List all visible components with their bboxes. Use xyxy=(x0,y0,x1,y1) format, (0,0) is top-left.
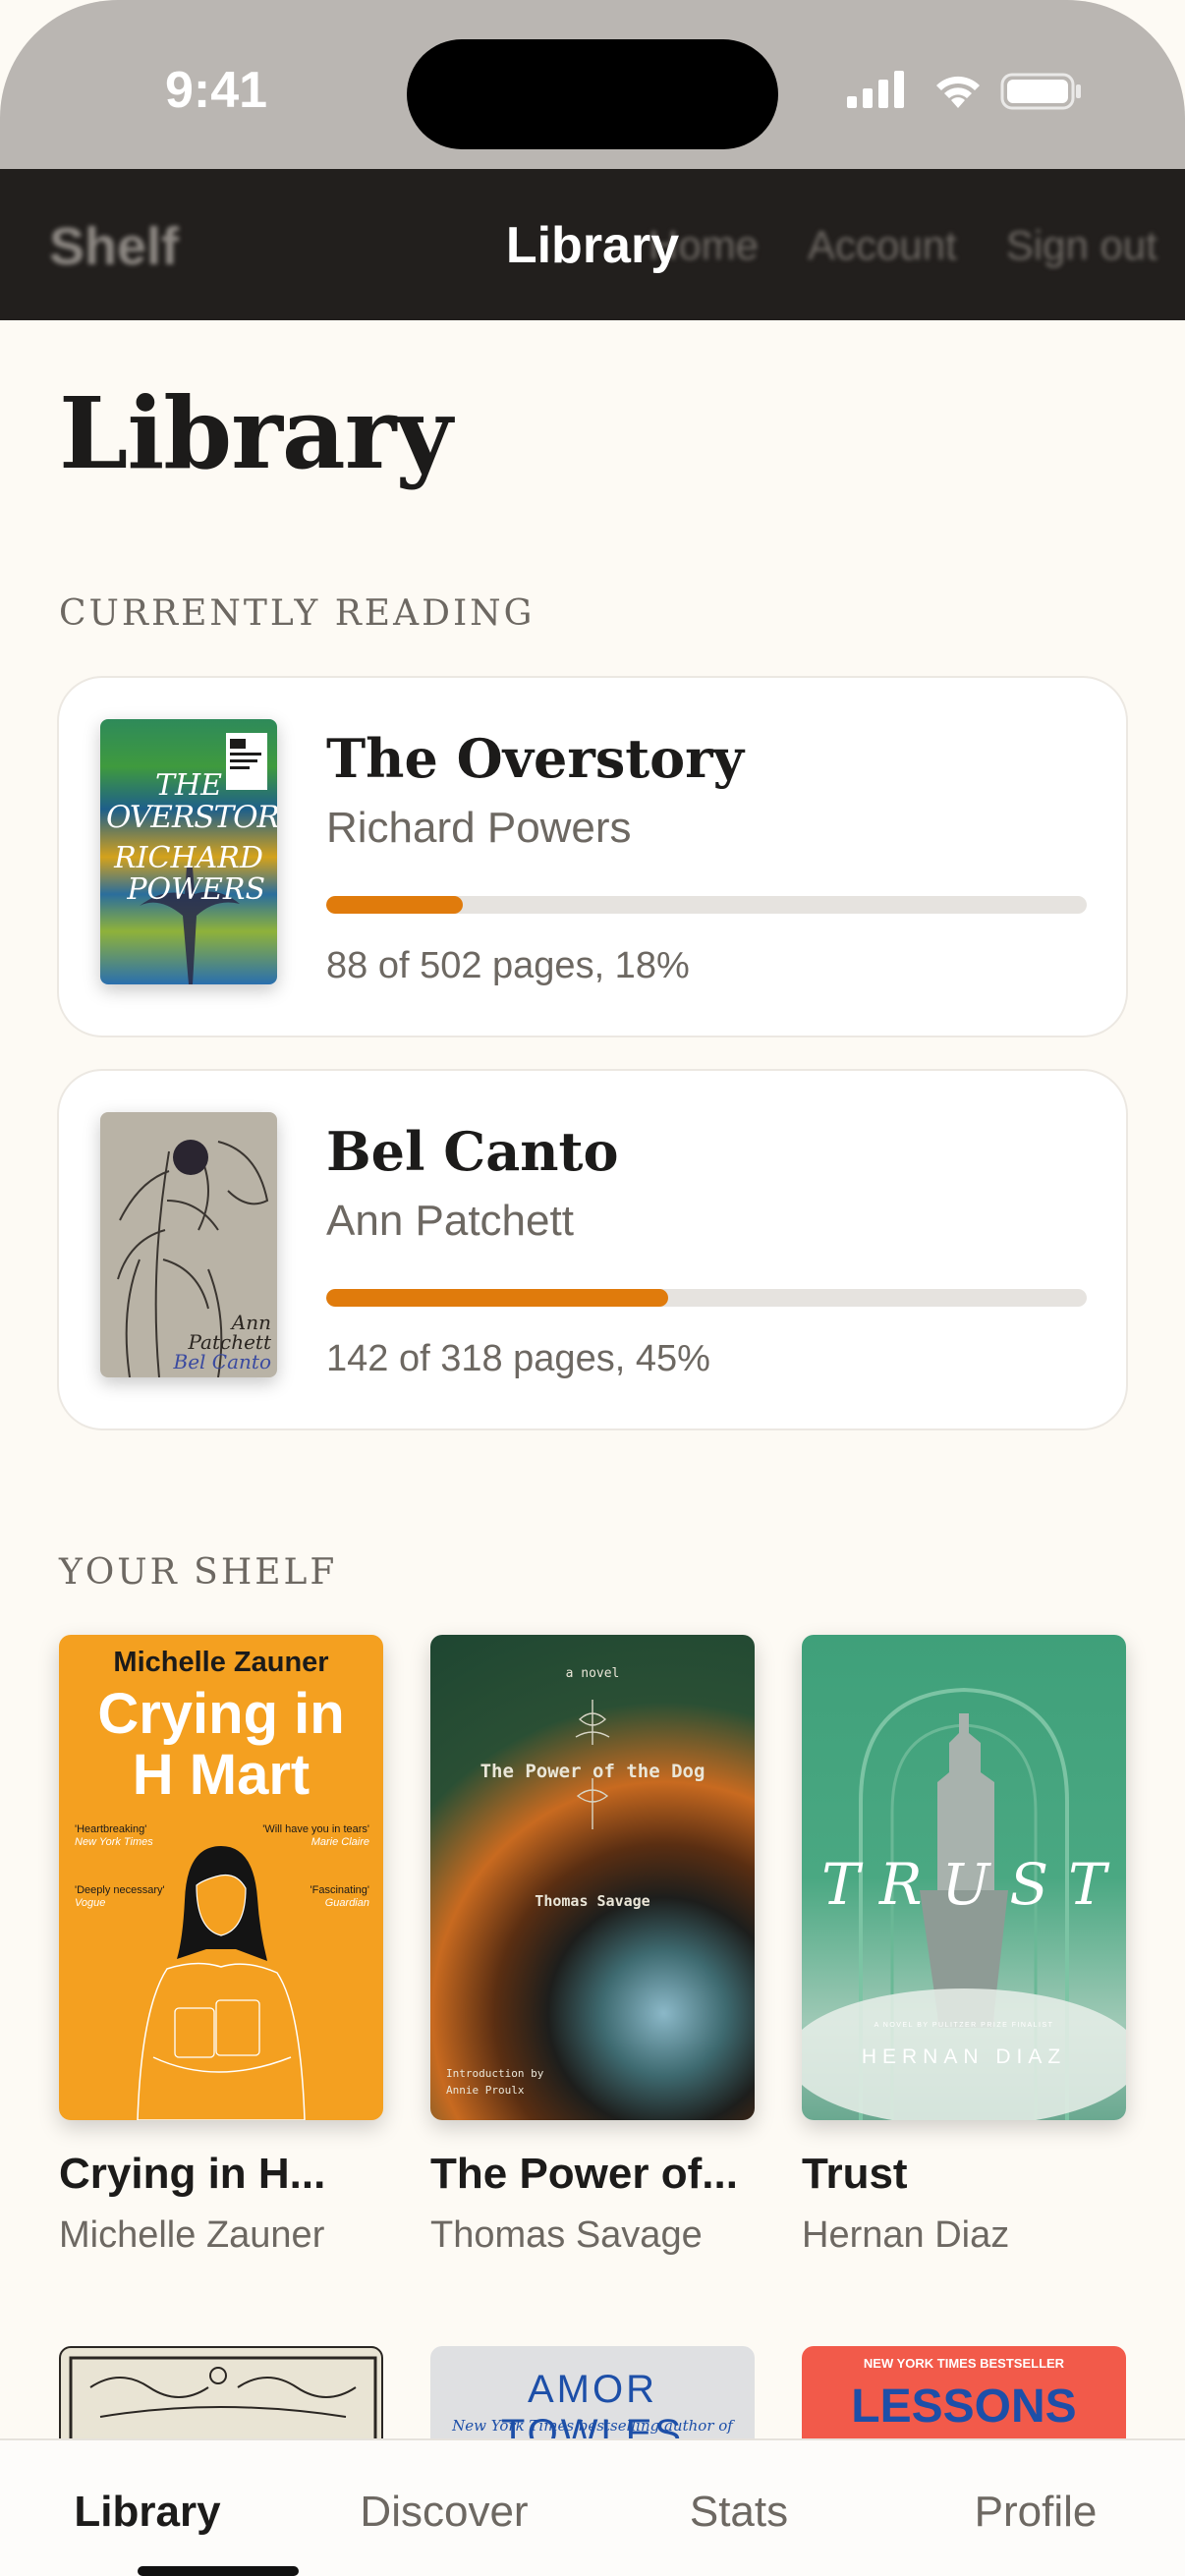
progress-text: 142 of 318 pages, 45% xyxy=(326,1338,710,1379)
cover-title: TRUST xyxy=(821,1851,1126,1918)
progress-text: 88 of 502 pages, 18% xyxy=(326,945,690,986)
tab-discover[interactable]: Discover xyxy=(297,2488,592,2537)
your-shelf-heading: YOUR SHELF xyxy=(59,1552,338,1593)
dynamic-island xyxy=(407,39,778,149)
battery-icon xyxy=(1000,73,1081,110)
top-navigation-bar: Shelf Home Account Sign out Library xyxy=(0,169,1185,320)
nav-title: Library xyxy=(505,217,680,274)
book-author: Hernan Diaz xyxy=(802,2214,1010,2256)
progress-bar-fill xyxy=(326,896,464,914)
book-title: Crying in H... xyxy=(59,2150,326,2198)
book-author: Michelle Zauner xyxy=(59,2214,325,2256)
book-author: Thomas Savage xyxy=(430,2214,703,2256)
book-title: The Power of... xyxy=(430,2150,738,2198)
shelf-book[interactable]: TRUST A NOVEL BY PULITZER PRIZE FINALIST… xyxy=(802,1635,1126,2257)
book-cover: Ann Patchett Bel Canto xyxy=(100,1112,277,1377)
book-author: Richard Powers xyxy=(326,804,632,852)
book-title: The Overstory xyxy=(326,727,745,790)
tab-bar: Library Discover Stats Profile xyxy=(0,2438,1185,2576)
book-cover: Michelle Zauner Crying in H Mart 'Heartb… xyxy=(59,1635,383,2120)
progress-bar xyxy=(326,896,1087,914)
cover-title: LESSONS xyxy=(851,2380,1077,2433)
page-title: Library xyxy=(59,375,452,491)
book-author: Ann Patchett xyxy=(326,1197,574,1245)
book-cover: TRUST A NOVEL BY PULITZER PRIZE FINALIST… xyxy=(802,1635,1126,2120)
currently-reading-heading: CURRENTLY READING xyxy=(59,593,536,634)
book-cover: THE OVERSTORY RICHARD POWERS xyxy=(100,719,277,984)
cover-text: Ann Patchett Bel Canto xyxy=(173,1311,271,1373)
cover-text: THE OVERSTORY RICHARD POWERS xyxy=(106,768,277,907)
home-indicator xyxy=(138,2566,299,2576)
status-time: 9:41 xyxy=(165,62,268,119)
book-cover: a novel The Power of the Dog Thomas Sava… xyxy=(430,1635,755,2120)
cover-title: The Power of the Dog xyxy=(480,1761,705,1782)
tab-profile[interactable]: Profile xyxy=(888,2488,1183,2537)
tab-library[interactable]: Library xyxy=(0,2488,295,2537)
status-bar: 9:41 xyxy=(0,0,1185,169)
progress-bar-fill xyxy=(326,1289,669,1307)
woman-illustration xyxy=(137,1846,306,2120)
shelf-book[interactable]: Michelle Zauner Crying in H Mart 'Heartb… xyxy=(59,1635,383,2257)
reading-card[interactable]: THE OVERSTORY RICHARD POWERS The Oversto… xyxy=(57,676,1128,1037)
book-title: Bel Canto xyxy=(326,1120,619,1183)
cover-tagline: A NOVEL BY PULITZER PRIZE FINALIST xyxy=(874,2022,1054,2029)
screen: 9:41 Shelf Home Account Sign out Library… xyxy=(0,0,1185,2576)
book-title: Trust xyxy=(802,2150,908,2198)
ornament-illustration xyxy=(575,1700,610,1829)
cover-intro: Introduction by Annie Proulx xyxy=(446,2067,544,2097)
wifi-icon xyxy=(936,76,980,108)
cover-author: Thomas Savage xyxy=(535,1892,650,1910)
shelf-book[interactable]: a novel The Power of the Dog Thomas Sava… xyxy=(430,1635,755,2257)
cover-author: HERNAN DIAZ xyxy=(861,2045,1067,2068)
cellular-signal-icon xyxy=(847,71,904,108)
cover-subtitle: New York Times bestselling author of xyxy=(452,2417,733,2435)
tab-stats[interactable]: Stats xyxy=(592,2488,886,2537)
progress-bar xyxy=(326,1289,1087,1307)
reading-card[interactable]: Ann Patchett Bel Canto Bel Canto Ann Pat… xyxy=(57,1069,1128,1430)
cover-subtitle: NEW YORK TIMES BESTSELLER xyxy=(863,2356,1065,2371)
